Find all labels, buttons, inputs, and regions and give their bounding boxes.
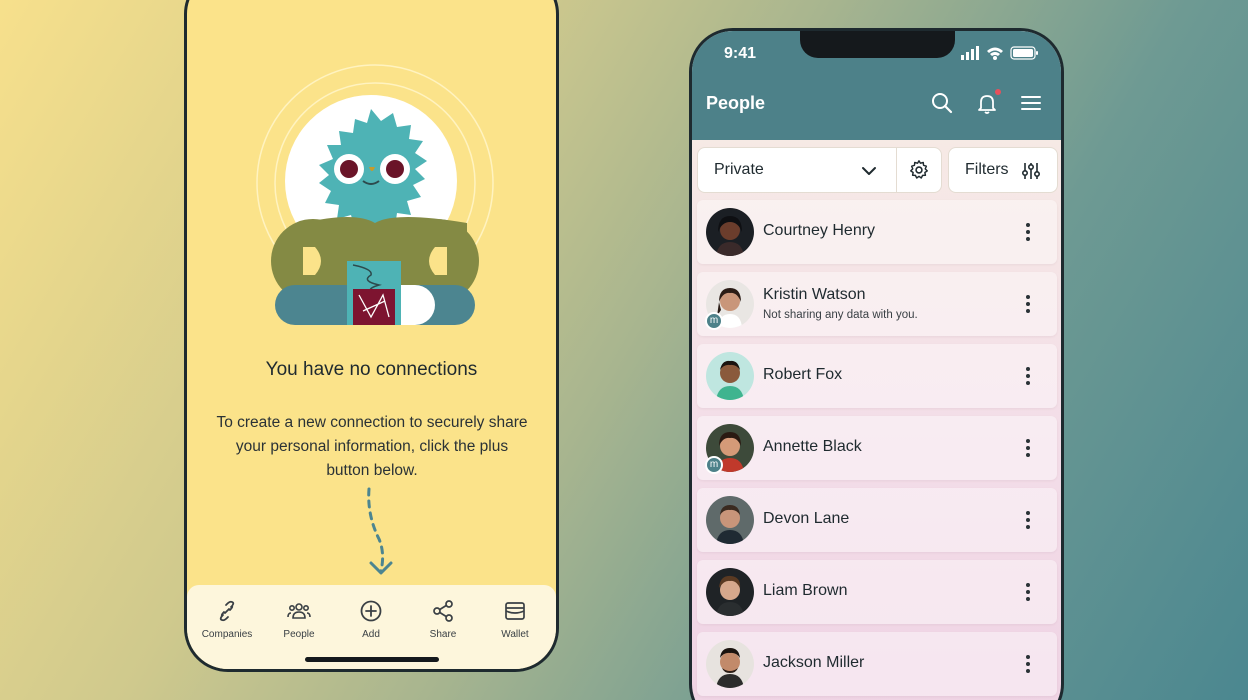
empty-state-description: To create a new connection to securely s…	[216, 414, 528, 479]
empty-state-title: You have no connections	[265, 359, 478, 380]
list-item[interactable]: Liam Brown	[697, 560, 1057, 624]
dashed-arrow-icon	[367, 487, 393, 575]
list-item[interactable]: Robert Fox	[697, 344, 1057, 408]
more-options-icon[interactable]	[1025, 582, 1031, 602]
m-badge: m	[705, 456, 723, 474]
nav-label: Companies	[201, 629, 253, 640]
phone-right: 9:41 People Private Filters Courtney Hen…	[689, 28, 1064, 700]
privacy-select[interactable]: Private	[697, 147, 897, 193]
nav-label: Wallet	[501, 629, 529, 640]
more-options-icon[interactable]	[1025, 294, 1031, 314]
filters-button[interactable]: Filters	[948, 147, 1058, 193]
avatar	[706, 208, 754, 256]
phone-left: You have no connections To create a new …	[184, 0, 559, 672]
notch	[800, 31, 955, 58]
notification-dot	[995, 89, 1001, 95]
people-icon	[287, 603, 311, 619]
status-icons	[961, 46, 1038, 60]
link-icon	[219, 600, 235, 622]
people-list: Courtney Henry m Kristin Watson Not shar…	[697, 200, 1057, 700]
bell-icon[interactable]	[975, 91, 999, 115]
person-name: Liam Brown	[763, 582, 848, 599]
home-indicator	[305, 657, 439, 662]
person-name: Courtney Henry	[763, 222, 876, 239]
avatar	[706, 496, 754, 544]
wifi-icon	[987, 47, 1003, 60]
privacy-select-value: Private	[714, 161, 764, 178]
gear-icon	[910, 160, 928, 179]
avatar	[706, 568, 754, 616]
list-item[interactable]: Devon Lane	[697, 488, 1057, 552]
list-item[interactable]: m Kristin Watson Not sharing any data wi…	[697, 272, 1057, 336]
person-name: Devon Lane	[763, 510, 850, 527]
avatar	[706, 640, 754, 688]
menu-icon[interactable]	[1019, 91, 1043, 115]
nav-companies[interactable]: Companies	[191, 599, 263, 640]
plus-circle-icon	[360, 600, 382, 622]
page-title: People	[706, 93, 766, 113]
list-item[interactable]: m Annette Black	[697, 416, 1057, 480]
filters-label: Filters	[965, 161, 1009, 178]
share-icon	[433, 600, 453, 622]
nav-wallet[interactable]: Wallet	[479, 599, 551, 640]
chevron-down-icon	[862, 167, 876, 175]
person-name: Kristin Watson	[763, 286, 866, 303]
nav-label: Share	[429, 629, 457, 640]
wallet-icon	[505, 602, 525, 620]
search-icon[interactable]	[930, 91, 954, 115]
settings-button[interactable]	[896, 147, 942, 193]
nav-add[interactable]: Add	[335, 599, 407, 640]
app-header: 9:41 People	[692, 31, 1061, 140]
nav-label: People	[283, 629, 315, 640]
battery-icon	[1010, 46, 1038, 60]
nav-people[interactable]: People	[263, 599, 335, 640]
list-item[interactable]: Jackson Miller	[697, 632, 1057, 696]
more-options-icon[interactable]	[1025, 366, 1031, 386]
sliders-icon	[1021, 163, 1041, 179]
list-item[interactable]: Courtney Henry	[697, 200, 1057, 264]
person-name: Annette Black	[763, 438, 862, 455]
nav-share[interactable]: Share	[407, 599, 479, 640]
more-options-icon[interactable]	[1025, 654, 1031, 674]
more-options-icon[interactable]	[1025, 510, 1031, 530]
more-options-icon[interactable]	[1025, 438, 1031, 458]
person-name: Jackson Miller	[763, 654, 865, 671]
signal-icon	[961, 46, 979, 60]
empty-state-illustration	[256, 64, 494, 325]
person-sharing-status: Not sharing any data with you.	[763, 309, 918, 321]
bottom-navigation: Companies People Add Share Wallet	[187, 585, 556, 669]
more-options-icon[interactable]	[1025, 222, 1031, 242]
filter-row: Private Filters	[697, 147, 1058, 193]
status-time: 9:41	[724, 45, 757, 62]
m-badge: m	[705, 312, 723, 330]
person-name: Robert Fox	[763, 366, 843, 383]
nav-label: Add	[362, 629, 380, 640]
avatar	[706, 352, 754, 400]
